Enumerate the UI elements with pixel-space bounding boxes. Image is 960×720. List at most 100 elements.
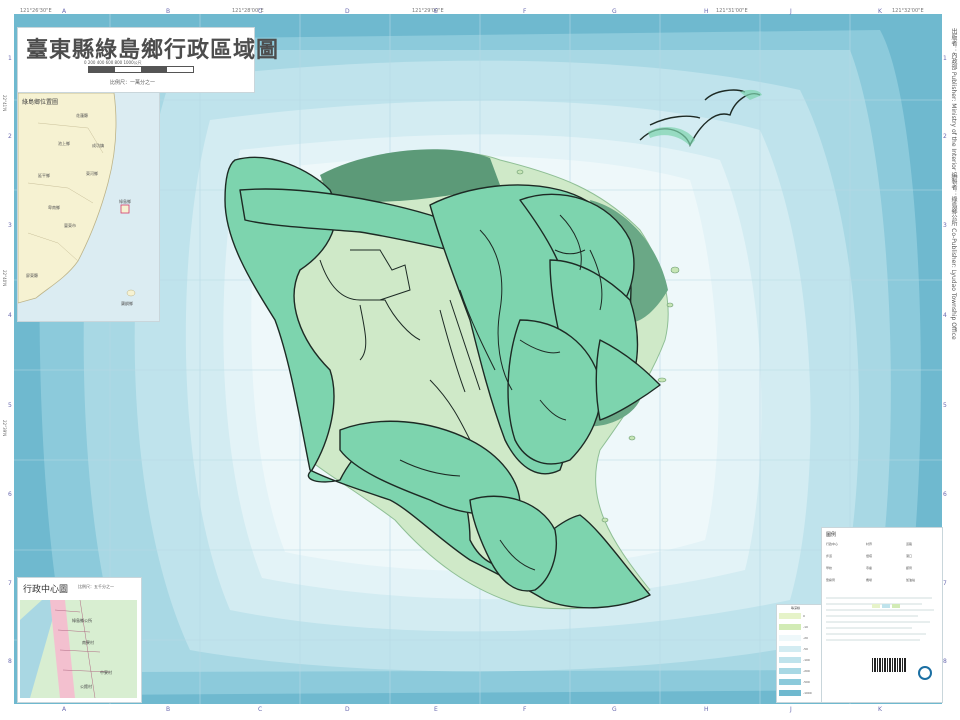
location-label-chenggong: 成功鎮 [92,143,104,148]
legend-item-11: 機場 [866,578,873,582]
scale-bar [88,66,194,73]
location-label-taitung: 臺東市 [64,223,76,228]
grid-column-k: K [878,8,882,15]
admin-center-svg [20,600,111,698]
legend-item-10: 警察局 [826,578,836,582]
grid-column-c-bottom: C [258,706,263,713]
legend-item-12: 加油站 [906,578,916,582]
barcode [872,658,906,672]
admin-center-map: 綠島鄉公所 南寮村 中寮村 公館村 [20,600,137,698]
ministry-emblem-icon [918,666,932,680]
top-coordinate-1: 121°26'30"E [20,8,52,14]
map-canvas[interactable]: 121°26'30"E 121°28'00"E 121°29'00"E 121°… [0,0,960,720]
grid-row-5-right: 5 [943,402,947,409]
map-legend: 圖例 行政中心 村界 道路 步道 燈塔 港口 學校 寺廟 郵局 警察局 機場 加… [821,527,943,703]
grid-column-e-bottom: E [434,706,438,713]
top-coordinate-4: 121°31'00"E [716,8,748,14]
taiwan-landmass [18,93,117,304]
depth-swatch-8 [779,690,801,696]
grid-column-d-bottom: D [345,706,350,713]
lyudao-highlight [120,204,130,214]
depth-swatch-6 [779,668,801,674]
grid-row-8-right: 8 [943,658,947,665]
depth-label-2: -10 [803,625,808,629]
admin-village-zone [50,600,75,698]
grid-row-6: 6 [8,491,12,498]
grid-row-4: 4 [8,312,12,319]
grid-row-3-right: 3 [943,222,947,229]
legend-color-chip-2 [882,604,890,608]
location-inset-map[interactable]: 綠島鄉位置圖 花蓮縣 卑南鄉 臺東市 綠島鄉 蘭嶼鄉 屏東縣 東河鄉 成功鎮 池… [17,92,160,322]
top-coordinate-5: 121°32'00"E [892,8,924,14]
grid-row-3: 3 [8,222,12,229]
admin-center-scale: 比例尺：五千分之一 [78,584,114,589]
depth-swatch-3 [779,635,801,641]
location-label-chishang: 池上鄉 [58,141,70,146]
depth-label-6: -200 [803,669,810,673]
grid-column-h: H [704,8,709,15]
depth-label-7: -500 [803,680,810,684]
grid-row-6-right: 6 [943,491,947,498]
latitude-label-2: 22°40'N [2,270,7,287]
top-coordinate-3: 121°29'00"E [412,8,444,14]
latitude-label-1: 22°41'N [2,95,7,112]
depth-legend: 等深線 0 -10 -20 -50 -100 -200 -500 -1000 [776,604,822,703]
grid-row-4-right: 4 [943,312,947,319]
location-inset-svg [18,93,136,304]
depth-swatch-7 [779,679,801,685]
location-label-yanping: 延平鄉 [38,173,50,178]
grid-column-c: C [258,8,263,15]
legend-item-7: 學校 [826,566,833,570]
admin-label-gongguan: 公館村 [80,684,92,689]
legend-item-3: 道路 [906,542,913,546]
grid-row-7: 7 [8,580,12,587]
map-title: 臺東縣綠島鄉行政區域圖 [26,37,280,63]
map-title-panel: 臺東縣綠島鄉行政區域圖 0 200 400 600 800 1000公尺 比例尺… [17,27,278,93]
legend-item-2: 村界 [866,542,873,546]
legend-item-4: 步道 [826,554,833,558]
legend-symbols-svg [826,597,934,641]
grid-column-e: E [434,8,438,15]
depth-swatch-5 [779,657,801,663]
location-label-lanyu: 蘭嶼鄉 [121,301,133,306]
depth-label-4: -50 [803,647,808,651]
admin-center-title: 行政中心圖 [23,585,69,595]
grid-row-1-right: 1 [943,55,947,62]
grid-column-g: G [612,8,617,15]
legend-color-chip-3 [892,604,900,608]
depth-legend-title: 等深線 [791,606,801,610]
grid-column-j: J [790,8,792,15]
legend-color-chip-1 [872,604,880,608]
location-label-beinan: 卑南鄉 [48,205,60,210]
depth-label-5: -100 [803,658,810,662]
legend-item-9: 郵局 [906,566,913,570]
legend-item-6: 港口 [906,554,913,558]
lanyu-island [126,289,136,297]
publisher-side-text: 出版者：內政部 Publisher: Ministry of the Inter… [950,28,957,340]
legend-item-1: 行政中心 [826,542,839,546]
grid-column-b: B [166,8,171,15]
grid-row-1: 1 [8,55,12,62]
grid-column-d: D [345,8,350,15]
admin-label-zhongliao: 中寮村 [100,670,112,675]
grid-row-2: 2 [8,133,12,140]
legend-title: 圖例 [826,532,837,538]
depth-swatch-2 [779,624,801,630]
legend-item-8: 寺廟 [866,566,873,570]
grid-column-b-bottom: B [166,706,171,713]
location-label-pingtung: 屏東縣 [26,273,38,278]
depth-label-8: -1000 [803,691,812,695]
grid-column-k-bottom: K [878,706,882,713]
depth-swatch-4 [779,646,801,652]
grid-column-a: A [62,8,67,15]
grid-row-5: 5 [8,402,12,409]
depth-swatch-1 [779,613,801,619]
grid-row-8: 8 [8,658,12,665]
admin-center-inset[interactable]: 行政中心圖 比例尺：五千分之一 綠島鄉公所 南寮村 中寮村 公館村 [17,577,142,703]
grid-column-j-bottom: J [790,706,792,713]
grid-column-a-bottom: A [62,706,67,713]
legend-item-5: 燈塔 [866,554,873,558]
grid-column-f-bottom: F [523,706,527,713]
location-label-hualien: 花蓮縣 [76,113,88,118]
depth-label-1: 0 [803,614,805,618]
